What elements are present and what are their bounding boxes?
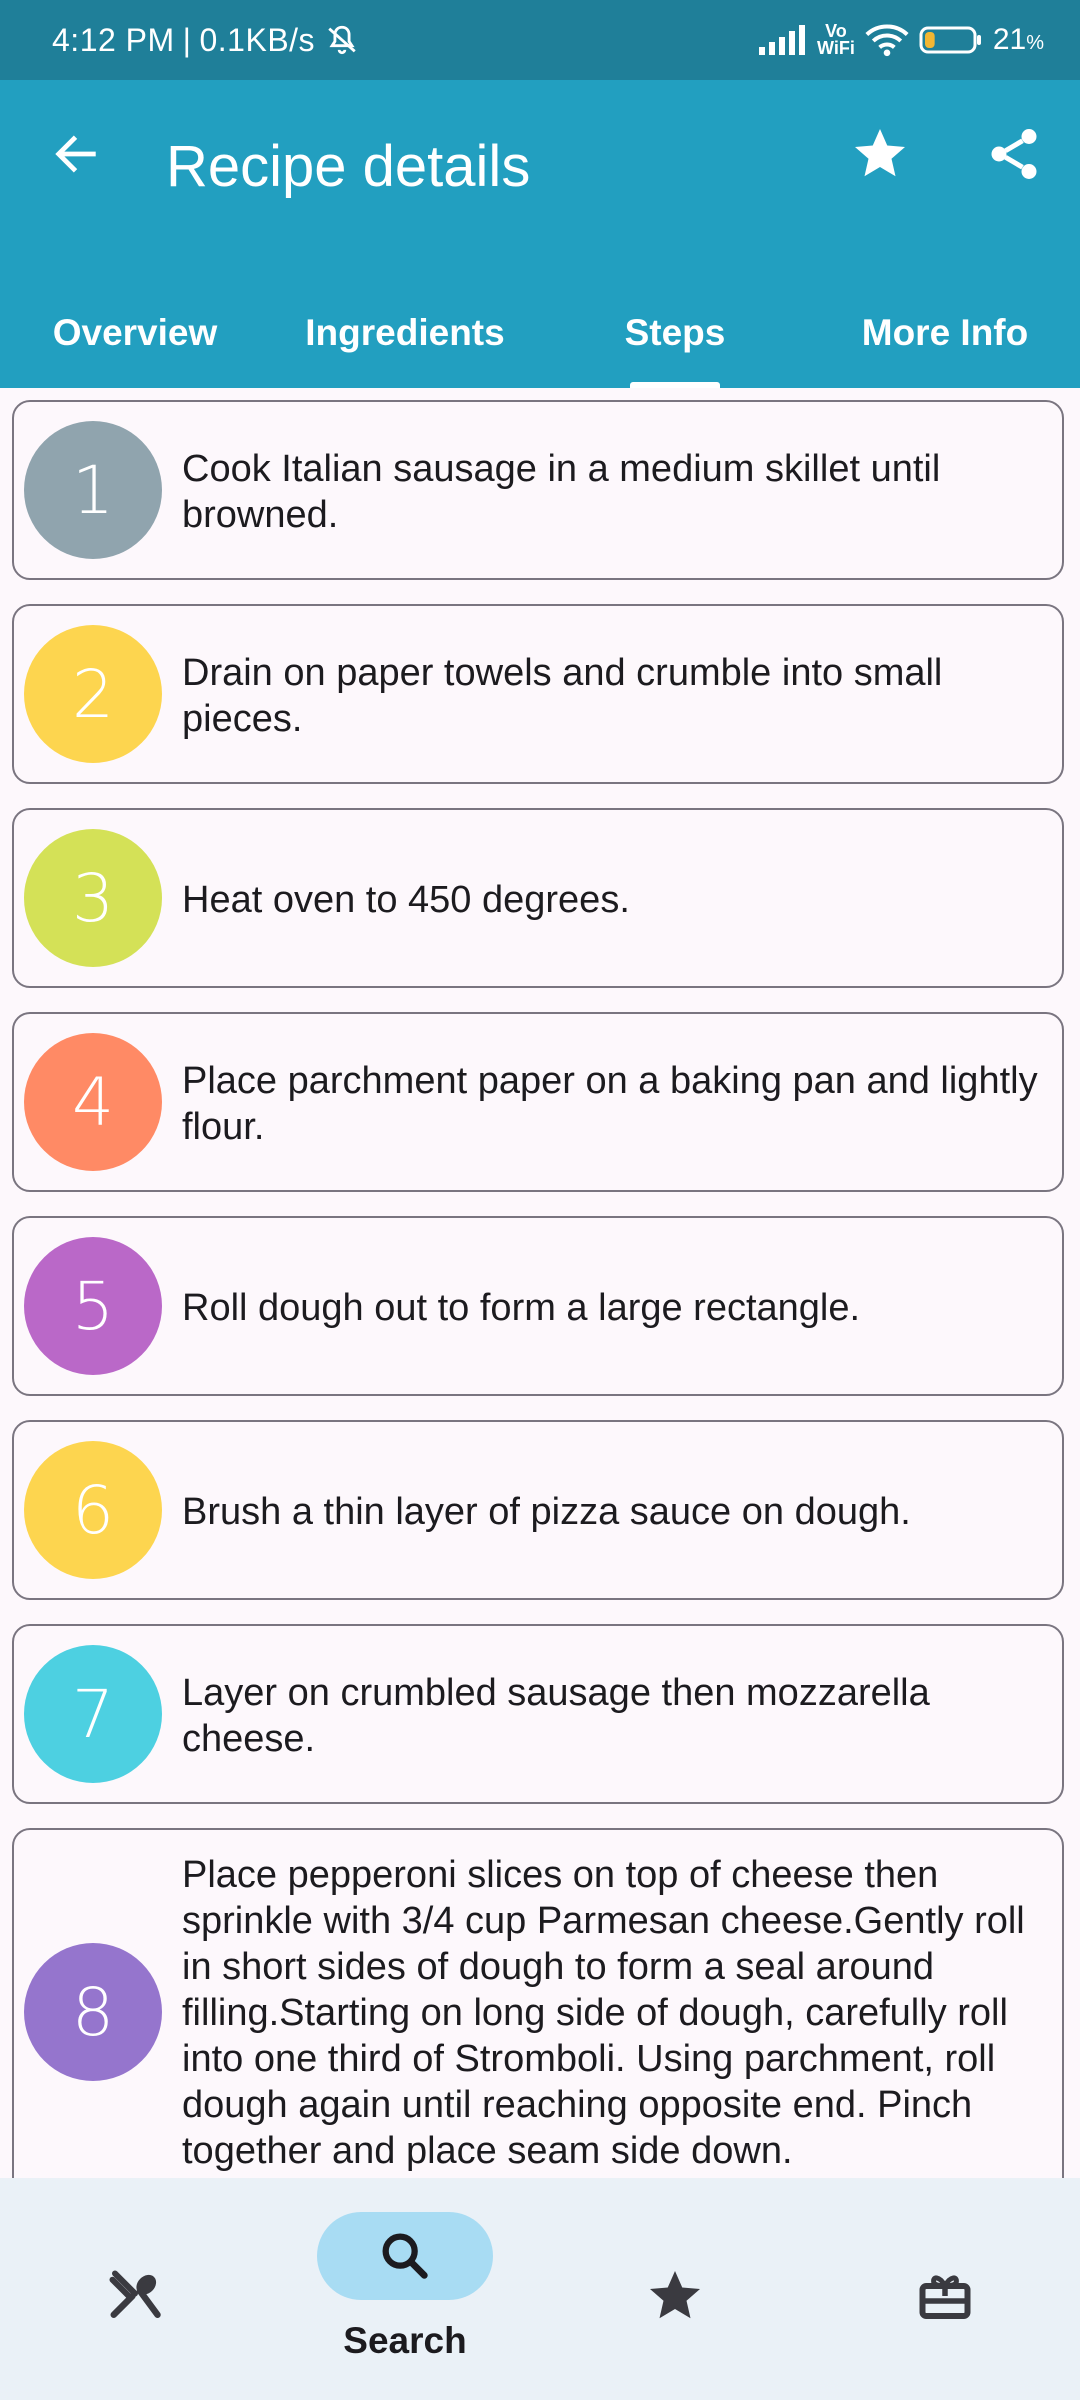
step-card[interactable]: 2 Drain on paper towels and crumble into… [12, 604, 1064, 784]
step-number-badge: 3 [24, 829, 162, 967]
tab-steps-label: Steps [624, 312, 726, 353]
nav-item-gift[interactable] [810, 2178, 1080, 2400]
favorite-button[interactable] [842, 116, 918, 192]
step-text: Drain on paper towels and crumble into s… [182, 652, 943, 740]
step-text: Layer on crumbled sausage then mozzarell… [182, 1672, 930, 1760]
battery-percent: 21% [992, 23, 1044, 56]
status-separator: | [182, 21, 192, 58]
tab-bar: Overview Ingredients Steps More Info [0, 278, 1080, 388]
nav-item-search[interactable]: Search [270, 2178, 540, 2400]
step-text: Place pepperoni slices on top of cheese … [182, 1854, 1025, 2172]
star-icon [650, 2271, 700, 2319]
step-card[interactable]: 1 Cook Italian sausage in a medium skill… [12, 400, 1064, 580]
tab-overview[interactable]: Overview [0, 278, 270, 388]
step-card[interactable]: 4 Place parchment paper on a baking pan … [12, 1012, 1064, 1192]
nav-icon-wrap [635, 2256, 715, 2336]
status-time: 4:12 PM [52, 21, 175, 58]
tab-more-info[interactable]: More Info [810, 278, 1080, 388]
step-number-badge: 8 [24, 1943, 162, 2081]
wifi-icon [865, 24, 909, 57]
step-card[interactable]: 3 Heat oven to 450 degrees. [12, 808, 1064, 988]
wifi-label: WiFi [817, 38, 855, 58]
bottom-navigation: Search [0, 2178, 1080, 2400]
status-bar: 4:12 PM | 0.1KB/s Vo WiFi 21% [0, 0, 1080, 80]
step-number-badge: 4 [24, 1033, 162, 1171]
back-button[interactable] [38, 116, 114, 192]
silent-bell-icon [328, 25, 356, 55]
search-icon [382, 2233, 428, 2279]
page-title: Recipe details [166, 134, 531, 199]
nav-item-favorites[interactable] [540, 2178, 810, 2400]
gift-icon [919, 2275, 971, 2319]
step-number-badge: 7 [24, 1645, 162, 1783]
step-number-badge: 6 [24, 1441, 162, 1579]
step-text: Brush a thin layer of pizza sauce on dou… [182, 1491, 911, 1533]
step-card[interactable]: 5 Roll dough out to form a large rectang… [12, 1216, 1064, 1396]
app-bar: Recipe details Overview Ingredients Step… [0, 80, 1080, 388]
nav-label-search: Search [343, 2320, 467, 2361]
step-number-badge: 5 [24, 1237, 162, 1375]
nav-icon-wrap [95, 2256, 175, 2336]
tab-more-info-label: More Info [861, 312, 1029, 353]
step-card[interactable]: 6 Brush a thin layer of pizza sauce on d… [12, 1420, 1064, 1600]
nav-selected-pill [317, 2212, 493, 2300]
step-text: Heat oven to 450 degrees. [182, 879, 630, 921]
step-number-badge: 1 [24, 421, 162, 559]
nav-icon-wrap [905, 2256, 985, 2336]
star-icon [855, 129, 905, 177]
step-card[interactable]: 8 Place pepperoni slices on top of chees… [12, 1828, 1064, 2178]
utensils-icon [109, 2270, 161, 2318]
vowifi-indicator: Vo WiFi [817, 22, 855, 58]
step-card[interactable]: 7 Layer on crumbled sausage then mozzare… [12, 1624, 1064, 1804]
tab-ingredients-label: Ingredients [305, 312, 505, 353]
step-text: Cook Italian sausage in a medium skillet… [182, 448, 941, 536]
step-number-badge: 2 [24, 625, 162, 763]
back-arrow-icon [55, 135, 96, 173]
status-right: Vo WiFi 21% [757, 0, 1044, 80]
nav-item-recipes[interactable] [0, 2178, 270, 2400]
tab-overview-label: Overview [52, 312, 218, 353]
steps-list[interactable]: 1 Cook Italian sausage in a medium skill… [0, 388, 1080, 2178]
share-icon [991, 129, 1037, 179]
share-button[interactable] [976, 116, 1052, 192]
step-text: Roll dough out to form a large rectangle… [182, 1287, 861, 1329]
status-left: 4:12 PM | 0.1KB/s [52, 0, 359, 80]
signal-icon [759, 25, 805, 55]
tab-steps[interactable]: Steps [540, 278, 810, 388]
battery-icon [919, 26, 981, 54]
network-speed: 0.1KB/s [199, 21, 316, 58]
step-text: Place parchment paper on a baking pan an… [182, 1060, 1038, 1148]
tab-ingredients[interactable]: Ingredients [270, 278, 540, 388]
